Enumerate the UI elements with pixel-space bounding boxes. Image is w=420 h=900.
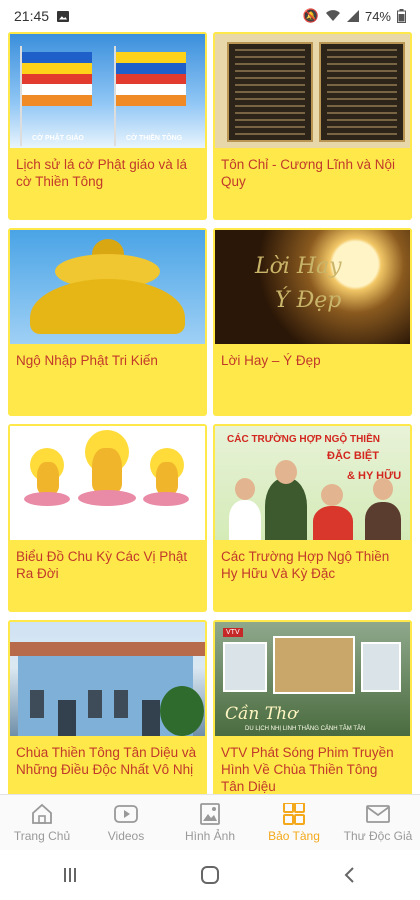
- card-image: Lời Hay Ý Đẹp: [213, 228, 412, 346]
- image-subcaption: DU LỊCH NHỊ LINH THẮNG CẢNH TÂM TÂN: [245, 726, 366, 732]
- card-image: VTV Cần Thơ DU LỊCH NHỊ LINH THẮNG CẢNH …: [213, 620, 412, 738]
- system-navigation-bar: [0, 850, 420, 900]
- tab-images-label: Hình Ảnh: [184, 828, 236, 843]
- card-image: [8, 620, 207, 738]
- card-buddha-wisdom[interactable]: Ngộ Nhập Phật Tri Kiến: [8, 228, 207, 416]
- card-image: [213, 32, 412, 150]
- image-icon: [200, 802, 220, 825]
- image-headline: CÁC TRƯỜNG HỢP NGỘ THIỀN: [227, 434, 380, 445]
- flag-label-buddhist: CỜ PHẬT GIÁO: [32, 135, 84, 142]
- status-bar: 21:45 🔕 74%: [0, 0, 420, 32]
- back-icon[interactable]: [341, 866, 359, 884]
- card-tan-dieu-temple[interactable]: Chùa Thiền Tông Tân Diệu và Những Điều Đ…: [8, 620, 207, 794]
- card-title: Chùa Thiền Tông Tân Diệu và Những Điều Đ…: [16, 745, 197, 777]
- gallery-notification-icon: [57, 10, 70, 22]
- museum-grid[interactable]: CỜ PHẬT GIÁO CỜ THIỀN TÔNG Lịch sử lá cờ…: [0, 32, 420, 794]
- card-image: [8, 424, 207, 542]
- wifi-icon: [325, 10, 340, 21]
- card-beautiful-words[interactable]: Lời Hay Ý Đẹp Lời Hay – Ý Đẹp: [213, 228, 412, 416]
- card-principles[interactable]: Tôn Chỉ - Cương Lĩnh và Nội Quy: [213, 32, 412, 220]
- grid-icon: [283, 802, 305, 825]
- battery-percent: 74%: [364, 8, 391, 24]
- image-caption: Cần Thơ: [225, 704, 298, 724]
- card-title: Ngộ Nhập Phật Tri Kiến: [16, 353, 158, 368]
- image-calligraphy-line1: Lời Hay: [255, 254, 342, 279]
- tab-videos[interactable]: Videos: [84, 795, 168, 850]
- tab-images[interactable]: Hình Ảnh: [168, 795, 252, 850]
- card-image: CỜ PHẬT GIÁO CỜ THIỀN TÔNG: [8, 32, 207, 150]
- image-subheadline-1: ĐẶC BIỆT: [327, 450, 379, 462]
- card-image: CÁC TRƯỜNG HỢP NGỘ THIỀN ĐẶC BIỆT & HY H…: [213, 424, 412, 542]
- home-button-icon[interactable]: [200, 865, 220, 885]
- vtv-logo: VTV: [223, 628, 243, 637]
- signal-icon: [346, 10, 359, 22]
- card-buddha-cycle-chart[interactable]: Biểu Đồ Chu Kỳ Các Vị Phật Ra Đời: [8, 424, 207, 612]
- card-title: Lịch sử lá cờ Phật giáo và lá cờ Thiền T…: [16, 157, 187, 189]
- status-time: 21:45: [14, 8, 50, 24]
- play-icon: [114, 804, 138, 823]
- recent-apps-icon[interactable]: [61, 866, 79, 884]
- card-image: [8, 228, 207, 346]
- home-icon: [32, 803, 52, 824]
- flag-label-zen: CỜ THIỀN TÔNG: [126, 135, 183, 142]
- card-title: Tôn Chỉ - Cương Lĩnh và Nội Quy: [221, 157, 395, 189]
- tab-reader-letters[interactable]: Thư Độc Giả: [336, 795, 420, 850]
- card-rare-enlightenment[interactable]: CÁC TRƯỜNG HỢP NGỘ THIỀN ĐẶC BIỆT & HY H…: [213, 424, 412, 612]
- card-title: Biểu Đồ Chu Kỳ Các Vị Phật Ra Đời: [16, 549, 188, 581]
- card-vtv-film[interactable]: VTV Cần Thơ DU LỊCH NHỊ LINH THẮNG CẢNH …: [213, 620, 412, 794]
- card-title: Lời Hay – Ý Đẹp: [221, 353, 321, 368]
- tab-videos-label: Videos: [107, 828, 145, 843]
- tab-home[interactable]: Trang Chủ: [0, 795, 84, 850]
- tab-reader-letters-label: Thư Độc Giả: [343, 828, 413, 843]
- bottom-navigation: Trang Chủ Videos Hình Ảnh Bảo Tàng Thư Đ…: [0, 794, 420, 850]
- tab-museum[interactable]: Bảo Tàng: [252, 795, 336, 850]
- card-buddhist-flag[interactable]: CỜ PHẬT GIÁO CỜ THIỀN TÔNG Lịch sử lá cờ…: [8, 32, 207, 220]
- mail-icon: [366, 804, 390, 823]
- tab-home-label: Trang Chủ: [13, 828, 71, 843]
- battery-icon: [397, 9, 406, 23]
- mute-icon: 🔕: [302, 8, 319, 23]
- image-calligraphy-line2: Ý Đẹp: [275, 288, 342, 313]
- tab-museum-label: Bảo Tàng: [268, 828, 320, 843]
- card-title: VTV Phát Sóng Phim Truyền Hình Về Chùa T…: [221, 745, 394, 794]
- card-title: Các Trường Hợp Ngộ Thiền Hy Hữu Và Kỳ Đặ…: [221, 549, 390, 581]
- image-subheadline-2: & HY HỮU: [347, 470, 402, 482]
